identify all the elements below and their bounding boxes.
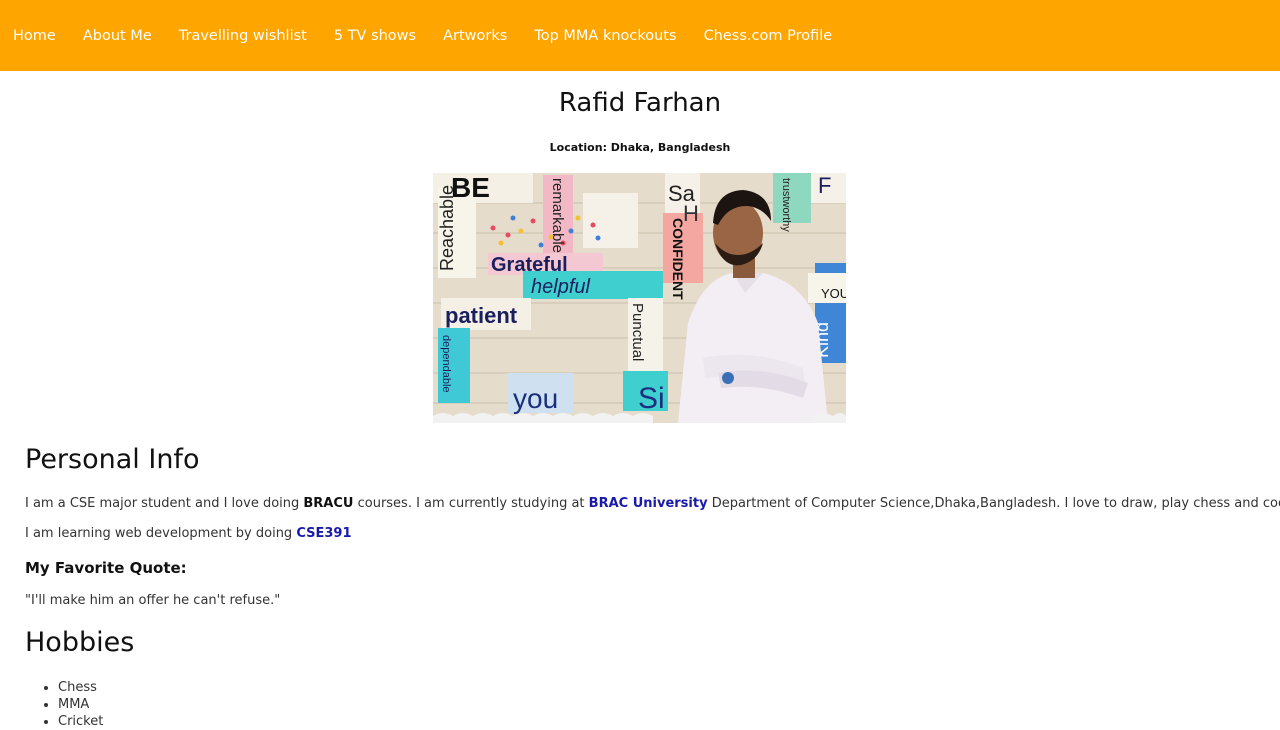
brac-university-link[interactable]: BRAC University [589,496,708,511]
profile-photo: Reachable remarkable Grateful helpful pa… [433,173,846,423]
photo-word: you [513,383,558,414]
photo-word: Punctual [629,303,646,361]
list-item: Cricket [58,713,103,730]
list-item: MMA [58,696,103,713]
bio-text: I am a CSE major student and I love doin… [25,496,304,511]
photo-word: trustworthy [780,178,792,232]
cse391-link[interactable]: CSE391 [296,526,351,541]
photo-word: F [818,173,831,198]
bio-text: courses. I am currently studying at [353,496,589,511]
bio-text: Department of Computer Science,Dhaka,Ban… [707,496,1280,511]
photo-word: remarkable [549,178,566,253]
personal-info-heading: Personal Info [25,444,200,475]
location-text: Location: Dhaka, Bangladesh [549,141,731,154]
nav-travelling-wishlist[interactable]: Travelling wishlist [179,28,307,44]
bracu-bold: BRACU [303,496,354,511]
nav-tv-shows[interactable]: 5 TV shows [334,28,416,44]
photo-word: helpful [531,276,590,298]
photo-word: CONFIDENT [670,218,686,300]
nav-chess-profile[interactable]: Chess.com Profile [704,28,833,44]
nav-about-me[interactable]: About Me [83,28,152,44]
quote-heading: My Favorite Quote: [25,559,187,577]
list-item: Chess [58,679,103,696]
photo-word: dependable [440,335,452,393]
top-navbar: Home About Me Travelling wishlist 5 TV s… [0,0,1280,71]
photo-word: H [683,201,699,226]
photo-word: Grateful [491,254,568,276]
learning-paragraph: I am learning web development by doing C… [25,526,352,541]
page-title: Rafid Farhan [558,88,722,118]
favorite-quote: "I'll make him an offer he can't refuse.… [25,593,281,608]
hobbies-list: Chess MMA Cricket [25,679,103,730]
nav-home[interactable]: Home [13,28,56,44]
hobbies-heading: Hobbies [25,627,135,658]
nav-artworks[interactable]: Artworks [443,28,507,44]
nav-mma-knockouts[interactable]: Top MMA knockouts [534,28,676,44]
photo-word: Si [638,382,665,415]
photo-word: YOU CAN [821,286,846,301]
photo-word: patient [445,303,518,328]
photo-word: BE [451,173,490,203]
bio-paragraph: I am a CSE major student and I love doin… [25,496,1280,511]
learning-text: I am learning web development by doing [25,526,297,541]
